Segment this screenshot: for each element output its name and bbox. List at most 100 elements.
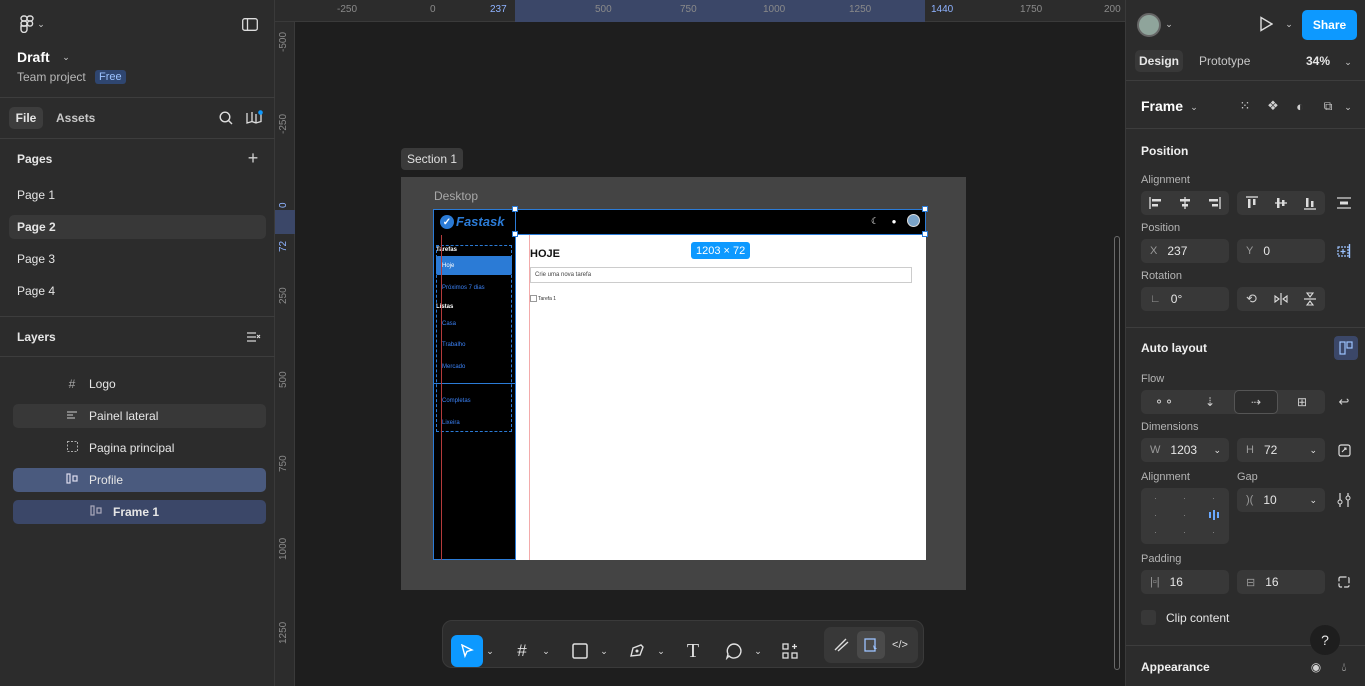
rotation-field[interactable]: ∟ 0°: [1141, 287, 1229, 311]
alignment-grid[interactable]: · · · · · · · ·: [1141, 488, 1229, 544]
share-button[interactable]: Share: [1302, 10, 1357, 40]
align-bottom-icon[interactable]: [1295, 191, 1324, 215]
align-dot[interactable]: ·: [1141, 490, 1170, 506]
resize-handle[interactable]: [922, 231, 928, 237]
layer-item-pagina-principal[interactable]: Pagina principal: [13, 436, 266, 460]
align-top-icon[interactable]: [1237, 191, 1266, 215]
chevron-down-icon[interactable]: ⌄: [1213, 445, 1221, 456]
align-dot[interactable]: ·: [1141, 524, 1170, 540]
layer-item-frame-1[interactable]: Frame 1: [13, 500, 266, 524]
chevron-down-icon[interactable]: ⌄: [1343, 55, 1353, 69]
file-menu-chevron-icon[interactable]: ⌄: [61, 50, 71, 64]
gap-value[interactable]: 10: [1263, 493, 1276, 507]
padding-v-value[interactable]: 16: [1265, 575, 1278, 589]
chevron-down-icon[interactable]: ⌄: [1309, 495, 1317, 506]
add-page-icon[interactable]: +: [245, 148, 261, 168]
x-value[interactable]: 237: [1167, 244, 1187, 258]
align-dot[interactable]: ·: [1170, 524, 1199, 540]
page-item[interactable]: Page 3: [9, 247, 266, 271]
collapse-layers-icon[interactable]: [246, 330, 262, 344]
align-dot[interactable]: ·: [1199, 524, 1228, 540]
y-field[interactable]: Y0: [1237, 239, 1325, 263]
tab-assets[interactable]: Assets: [56, 111, 95, 125]
vertical-flow-icon[interactable]: ⇣: [1187, 390, 1233, 414]
align-dot[interactable]: ·: [1170, 507, 1199, 523]
eye-icon[interactable]: ◉: [1308, 659, 1324, 675]
distribute-icon[interactable]: [1336, 195, 1352, 211]
wrap-icon[interactable]: ↩: [1336, 394, 1352, 410]
align-right-icon[interactable]: [1199, 191, 1228, 215]
align-right-center-icon[interactable]: [1199, 507, 1228, 523]
search-icon[interactable]: [218, 110, 234, 126]
boolean-icon[interactable]: ⧉: [1320, 98, 1336, 114]
chevron-down-icon[interactable]: ⌄: [1343, 100, 1353, 114]
app-task-input[interactable]: Crie uma nova tarefa: [530, 267, 912, 283]
individual-padding-icon[interactable]: [1336, 574, 1352, 590]
chevron-down-icon[interactable]: ⌄: [1309, 445, 1317, 456]
tab-prototype[interactable]: Prototype: [1199, 54, 1250, 68]
dev-mode-icon[interactable]: </>: [887, 631, 913, 659]
flip-horizontal-icon[interactable]: [1266, 287, 1295, 311]
y-value[interactable]: 0: [1263, 244, 1270, 258]
clip-content-label[interactable]: Clip content: [1166, 611, 1229, 625]
blend-mode-icon[interactable]: 💧︎: [1336, 659, 1352, 675]
rectangle-tool-icon[interactable]: [567, 635, 593, 667]
resize-handle[interactable]: [512, 231, 518, 237]
padding-h-value[interactable]: 16: [1170, 575, 1183, 589]
page-item[interactable]: Page 1: [9, 183, 266, 207]
autolayout-toggle-icon[interactable]: [1334, 336, 1358, 360]
resize-handle[interactable]: [922, 206, 928, 212]
draw-mode-icon[interactable]: [829, 631, 855, 659]
text-tool-icon[interactable]: T: [680, 635, 706, 667]
mask-icon[interactable]: ◐: [1292, 98, 1308, 114]
rotation-value[interactable]: 0°: [1171, 292, 1182, 306]
layer-item-painel-lateral[interactable]: Painel lateral: [13, 404, 266, 428]
grid-icon[interactable]: ⁙: [1237, 98, 1253, 114]
clip-content-checkbox[interactable]: [1141, 610, 1156, 625]
chevron-down-icon[interactable]: ⌄: [1284, 16, 1294, 32]
chevron-down-icon[interactable]: ⌄: [656, 635, 666, 667]
chevron-down-icon[interactable]: ⌄: [753, 635, 763, 667]
play-icon[interactable]: [1257, 15, 1275, 33]
frame-label[interactable]: Desktop: [434, 189, 478, 203]
padding-vertical-field[interactable]: ⊟ 16: [1237, 570, 1325, 594]
design-mode-icon[interactable]: [857, 631, 885, 659]
help-button[interactable]: ?: [1310, 625, 1340, 655]
selection-box[interactable]: [515, 209, 926, 235]
h-value[interactable]: 72: [1264, 443, 1277, 457]
align-center-h-icon[interactable]: [1170, 191, 1199, 215]
wrap-flow-icon[interactable]: ⊞: [1279, 390, 1325, 414]
component-icon[interactable]: ❖: [1265, 98, 1281, 114]
chevron-down-icon[interactable]: ⌄: [36, 16, 46, 32]
align-left-icon[interactable]: [1141, 191, 1170, 215]
w-value[interactable]: 1203: [1170, 443, 1197, 457]
freeform-flow-icon[interactable]: ⚬⚬: [1141, 390, 1187, 414]
task-checkbox[interactable]: [530, 295, 537, 302]
horizontal-flow-icon[interactable]: ⇢: [1234, 390, 1278, 414]
file-name[interactable]: Draft: [17, 49, 50, 65]
chevron-down-icon[interactable]: ⌄: [599, 635, 609, 667]
comment-tool-icon[interactable]: [721, 635, 747, 667]
flip-vertical-icon[interactable]: [1295, 287, 1324, 311]
align-dot[interactable]: ·: [1199, 490, 1228, 506]
rotate-icon[interactable]: ⟲: [1237, 287, 1266, 311]
project-name[interactable]: Team project: [17, 70, 86, 84]
align-middle-icon[interactable]: [1266, 191, 1295, 215]
gap-field[interactable]: )(10 ⌄: [1237, 488, 1325, 512]
section-label[interactable]: Section 1: [401, 148, 464, 170]
chevron-down-icon[interactable]: ⌄: [1164, 16, 1174, 32]
zoom-level[interactable]: 34%: [1306, 54, 1330, 68]
frame-tool-icon[interactable]: #: [509, 635, 535, 667]
tab-design[interactable]: Design: [1135, 50, 1183, 72]
height-field[interactable]: H 72 ⌄: [1237, 438, 1325, 462]
align-dot[interactable]: ·: [1170, 490, 1199, 506]
chevron-down-icon[interactable]: ⌄: [485, 635, 495, 667]
selection-type[interactable]: Frame: [1141, 98, 1183, 114]
width-field[interactable]: W 1203 ⌄: [1141, 438, 1229, 462]
chevron-down-icon[interactable]: ⌄: [541, 635, 551, 667]
constraints-icon[interactable]: [1336, 243, 1352, 259]
chevron-down-icon[interactable]: ⌄: [1189, 100, 1199, 114]
layer-item-logo[interactable]: # Logo: [13, 372, 266, 396]
user-avatar[interactable]: [1137, 13, 1161, 37]
align-dot[interactable]: ·: [1141, 507, 1170, 523]
